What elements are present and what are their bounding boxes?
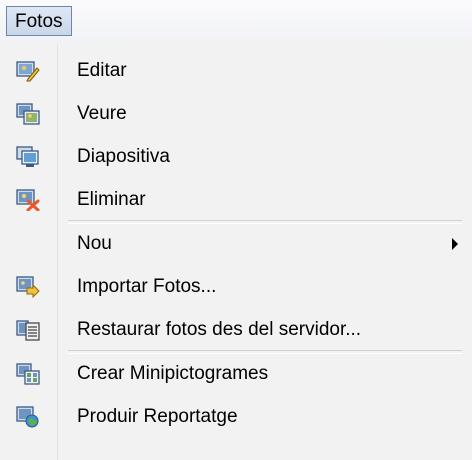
menu-item-label: Veure: [77, 102, 127, 124]
dropdown-menu: Editar Veure Diapositiva Eliminar Nou Im…: [0, 44, 472, 460]
restore-photos-icon: [16, 320, 40, 341]
menu-item-label: Diapositiva: [77, 145, 170, 167]
slideshow-icon: [16, 146, 39, 167]
menu-item-crear-minipictogrames[interactable]: Crear Minipictogrames: [0, 352, 472, 395]
menu-item-label: Importar Fotos...: [77, 275, 217, 297]
menu-item-eliminar[interactable]: Eliminar: [0, 178, 472, 221]
menu-bar: Fotos: [0, 0, 472, 44]
menu-item-label: Produir Reportatge: [77, 405, 238, 427]
menu-item-veure[interactable]: Veure: [0, 92, 472, 135]
menu-item-label: Crear Minipictogrames: [77, 362, 269, 384]
menu-item-diapositiva[interactable]: Diapositiva: [0, 135, 472, 178]
menu-item-label: Editar: [77, 59, 127, 81]
window: Fotos Editar Veure Diapositiva Eliminar …: [0, 0, 472, 460]
menu-item-label: Nou: [77, 232, 112, 254]
menu-item-label: Restaurar fotos des del servidor...: [77, 318, 362, 340]
menu-items: Editar Veure Diapositiva Eliminar Nou Im…: [0, 44, 472, 438]
produce-report-icon: [16, 406, 39, 428]
menu-item-produir-reportatge[interactable]: Produir Reportatge: [0, 395, 472, 438]
create-thumbnails-icon: [16, 363, 40, 385]
menu-fotos[interactable]: Fotos: [6, 6, 72, 36]
submenu-arrow-icon: [452, 237, 458, 250]
menu-item-importar-fotos[interactable]: Importar Fotos...: [0, 265, 472, 308]
delete-photo-icon: [16, 189, 40, 211]
import-photos-icon: [16, 276, 40, 298]
menu-item-nou[interactable]: Nou: [0, 222, 472, 265]
menu-item-editar[interactable]: Editar: [0, 49, 472, 92]
menu-item-restaurar-fotos[interactable]: Restaurar fotos des del servidor...: [0, 308, 472, 351]
menu-item-label: Eliminar: [77, 188, 146, 210]
edit-photo-icon: [16, 61, 40, 82]
view-photo-icon: [16, 103, 40, 125]
